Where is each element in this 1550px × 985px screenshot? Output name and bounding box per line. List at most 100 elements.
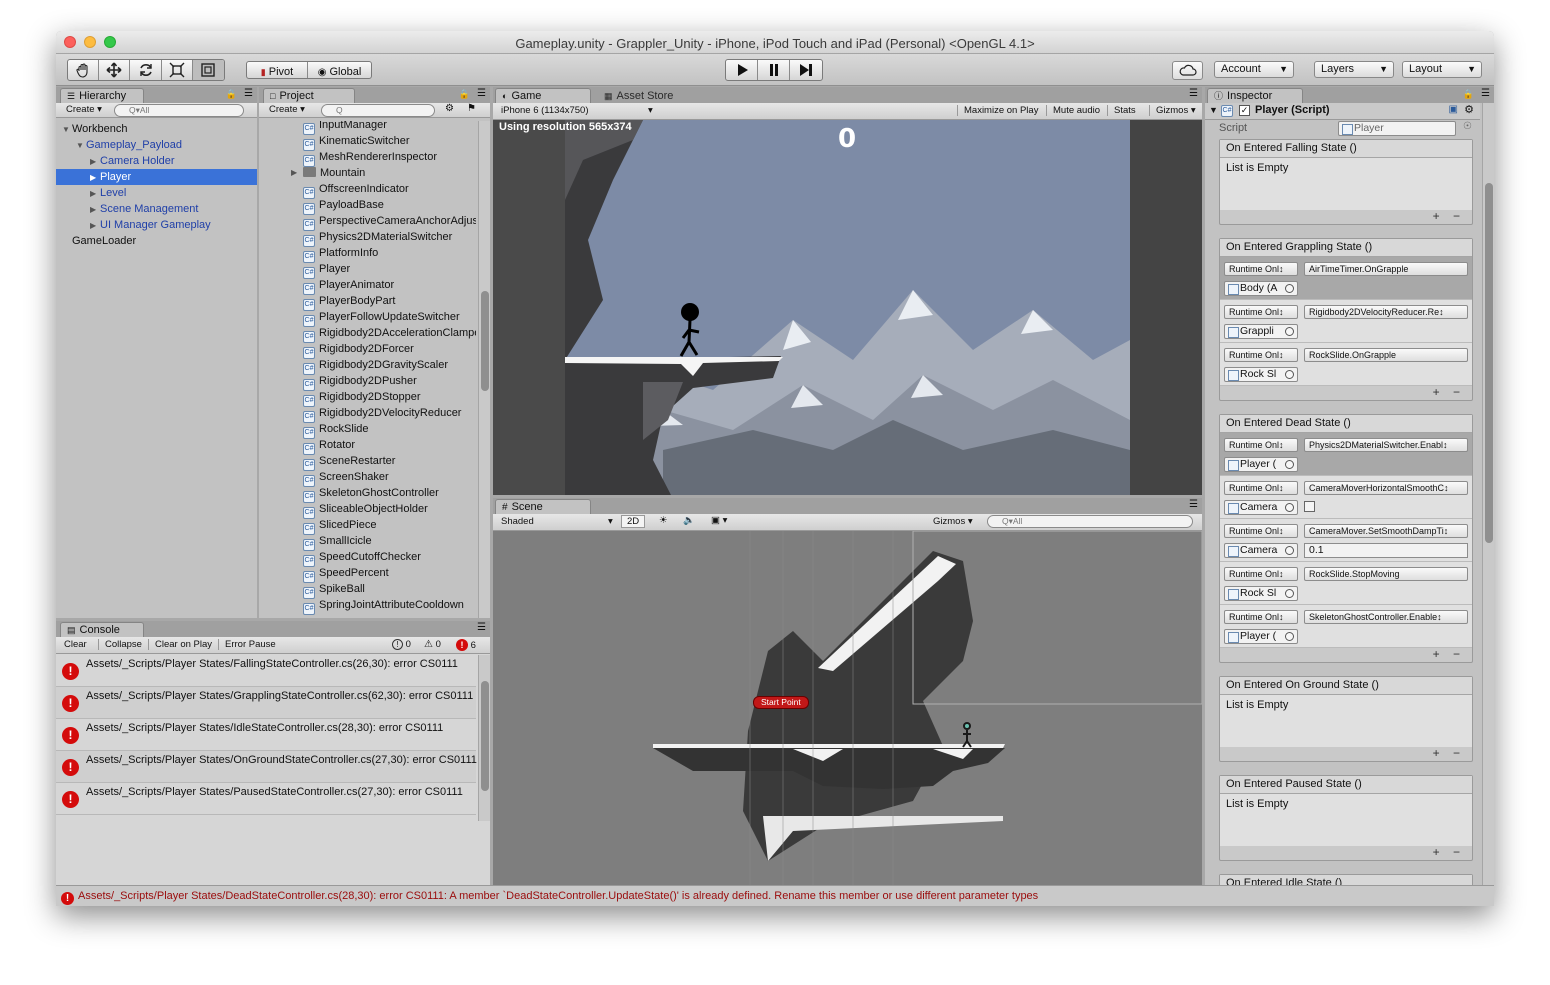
project-script-item[interactable]: C# PlayerAnimator (303, 277, 394, 295)
expanded-triangle-icon[interactable]: ▼ (76, 138, 86, 154)
hierarchy-item[interactable]: ▶ UI Manager Gameplay (56, 217, 257, 233)
project-script-item[interactable]: C# PerspectiveCameraAnchorAdjuster (303, 213, 476, 231)
method-dropdown[interactable]: Rigidbody2DVelocityReducer.Re↕ (1304, 305, 1468, 319)
lock-icon[interactable]: 🔒 (1463, 89, 1474, 100)
project-script-item[interactable]: C# PlayerFollowUpdateSwitcher (303, 309, 460, 327)
lock-icon[interactable]: 🔒 (459, 89, 470, 100)
tab-asset-store[interactable]: ▦ Asset Store (597, 88, 697, 103)
account-dropdown[interactable]: Account ▼ (1214, 61, 1294, 78)
object-picker-icon[interactable] (1285, 546, 1294, 555)
error-filter-button[interactable]: ! 6 (456, 639, 476, 651)
remove-listener-icon[interactable]: − (1453, 647, 1460, 661)
tab-hierarchy[interactable]: ☰ Hierarchy (60, 88, 144, 103)
collab-cloud-button[interactable] (1172, 61, 1203, 80)
hierarchy-item[interactable]: ▶ Level (56, 185, 257, 201)
target-object-field[interactable]: Rock Sl (1224, 367, 1298, 382)
step-button[interactable] (790, 60, 822, 80)
add-listener-icon[interactable]: + (1433, 746, 1440, 760)
collapsed-triangle-icon[interactable]: ▶ (90, 186, 100, 202)
runtime-mode-dropdown[interactable]: Runtime Onl↕ (1224, 438, 1298, 452)
project-script-item[interactable]: C# Rigidbody2DPusher (303, 373, 417, 391)
move-tool-button[interactable] (99, 60, 131, 80)
expand-triangle-icon[interactable]: ▼ (1209, 105, 1218, 115)
filter-type-icon[interactable]: ⚙ (445, 103, 454, 114)
warning-filter-button[interactable]: ⚠ 0 (424, 639, 441, 650)
add-listener-icon[interactable]: + (1433, 209, 1440, 223)
collapsed-triangle-icon[interactable]: ▶ (90, 170, 100, 186)
object-picker-icon[interactable]: ☉ (1463, 121, 1472, 132)
method-dropdown[interactable]: RockSlide.OnGrapple (1304, 348, 1468, 362)
console-scroll-thumb[interactable] (481, 681, 489, 791)
tab-scene[interactable]: # Scene (495, 499, 591, 514)
stats-button[interactable]: Stats (1107, 105, 1136, 116)
project-script-item[interactable]: C# RockSlide (303, 421, 369, 439)
tab-game[interactable]: ◐ Game (495, 88, 591, 103)
scene-gizmos-button[interactable]: Gizmos ▾ (933, 516, 973, 527)
lighting-toggle-icon[interactable]: ☀ (659, 515, 668, 526)
runtime-mode-dropdown[interactable]: Runtime Onl↕ (1224, 305, 1298, 319)
console-clear-on-play-button[interactable]: Clear on Play (148, 639, 212, 650)
inspector-scrollbar[interactable] (1482, 103, 1494, 885)
console-log-entry[interactable]: ! Assets/_Scripts/Player States/IdleState… (56, 719, 476, 751)
object-picker-icon[interactable] (1285, 503, 1294, 512)
project-script-item[interactable]: C# ScreenShaker (303, 469, 389, 487)
project-script-item[interactable]: C# Rigidbody2DStopper (303, 389, 421, 407)
label-tag-icon[interactable]: ⚑ (467, 103, 476, 114)
runtime-mode-dropdown[interactable]: Runtime Onl↕ (1224, 567, 1298, 581)
object-picker-icon[interactable] (1285, 589, 1294, 598)
console-scrollbar[interactable] (478, 655, 490, 821)
add-listener-icon[interactable]: + (1433, 647, 1440, 661)
panel-menu-icon[interactable]: ☰ (1481, 88, 1490, 99)
project-script-item[interactable]: C# Physics2DMaterialSwitcher (303, 229, 452, 247)
bool-argument-checkbox[interactable] (1304, 501, 1315, 512)
console-log-entry[interactable]: ! Assets/_Scripts/Player States/PausedSta… (56, 783, 476, 815)
project-script-item[interactable]: C# SpeedCutoffChecker (303, 549, 421, 567)
target-object-field[interactable]: Camera (1224, 543, 1298, 558)
object-picker-icon[interactable] (1285, 327, 1294, 336)
method-dropdown[interactable]: SkeletonGhostController.Enable↕ (1304, 610, 1468, 624)
resolution-dropdown[interactable]: iPhone 6 (1134x750) (501, 105, 589, 116)
project-script-item[interactable]: C# SpringJointAttributeCooldown (303, 597, 464, 615)
project-create-button[interactable]: Create ▾ (269, 104, 305, 115)
project-script-item[interactable]: C# KinematicSwitcher (303, 133, 409, 151)
runtime-mode-dropdown[interactable]: Runtime Onl↕ (1224, 524, 1298, 538)
object-picker-icon[interactable] (1285, 632, 1294, 641)
expanded-triangle-icon[interactable]: ▼ (62, 122, 72, 138)
add-listener-icon[interactable]: + (1433, 845, 1440, 859)
mode-2d-toggle[interactable]: 2D (621, 515, 646, 528)
start-point-marker[interactable]: Start Point (753, 696, 809, 709)
project-script-item[interactable]: C# SlicedPiece (303, 517, 376, 535)
project-script-item[interactable]: C# SpikeBall (303, 581, 365, 599)
runtime-mode-dropdown[interactable]: Runtime Onl↕ (1224, 262, 1298, 276)
runtime-mode-dropdown[interactable]: Runtime Onl↕ (1224, 481, 1298, 495)
project-script-item[interactable]: C# Rotator (303, 437, 355, 455)
object-picker-icon[interactable] (1285, 284, 1294, 293)
pause-button[interactable] (758, 60, 790, 80)
project-search-input[interactable]: Q (321, 104, 435, 117)
maximize-on-play-button[interactable]: Maximize on Play (957, 105, 1038, 116)
project-scrollbar[interactable] (478, 121, 490, 618)
runtime-mode-dropdown[interactable]: Runtime Onl↕ (1224, 348, 1298, 362)
collapsed-triangle-icon[interactable]: ▶ (90, 154, 100, 170)
target-object-field[interactable]: Camera (1224, 500, 1298, 515)
scale-tool-button[interactable] (162, 60, 193, 80)
rotate-tool-button[interactable] (130, 60, 162, 80)
gear-icon[interactable]: ⚙ (1464, 103, 1474, 116)
project-script-item[interactable]: C# InputManager (303, 121, 387, 135)
help-book-icon[interactable]: ▣ (1449, 104, 1458, 115)
collapsed-triangle-icon[interactable]: ▶ (90, 202, 100, 218)
project-script-item[interactable]: C# SmallIcicle (303, 533, 372, 551)
project-script-item[interactable]: C# SliceableObjectHolder (303, 501, 428, 519)
project-script-item[interactable]: C# SkeletonGhostController (303, 485, 439, 503)
add-listener-icon[interactable]: + (1433, 385, 1440, 399)
method-dropdown[interactable]: AirTimeTimer.OnGrapple (1304, 262, 1468, 276)
hand-tool-button[interactable] (68, 60, 100, 80)
tab-console[interactable]: ▤ Console (60, 622, 144, 637)
method-dropdown[interactable]: CameraMover.SetSmoothDampTi↕ (1304, 524, 1468, 538)
panel-menu-icon[interactable]: ☰ (477, 88, 486, 99)
pivot-button[interactable]: ▮ Pivot (247, 62, 309, 78)
layout-dropdown[interactable]: Layout ▼ (1402, 61, 1482, 78)
console-collapse-button[interactable]: Collapse (98, 639, 142, 650)
project-script-item[interactable]: C# SceneRestarter (303, 453, 395, 471)
console-log-entry[interactable]: ! Assets/_Scripts/Player States/OnGroundS… (56, 751, 477, 783)
